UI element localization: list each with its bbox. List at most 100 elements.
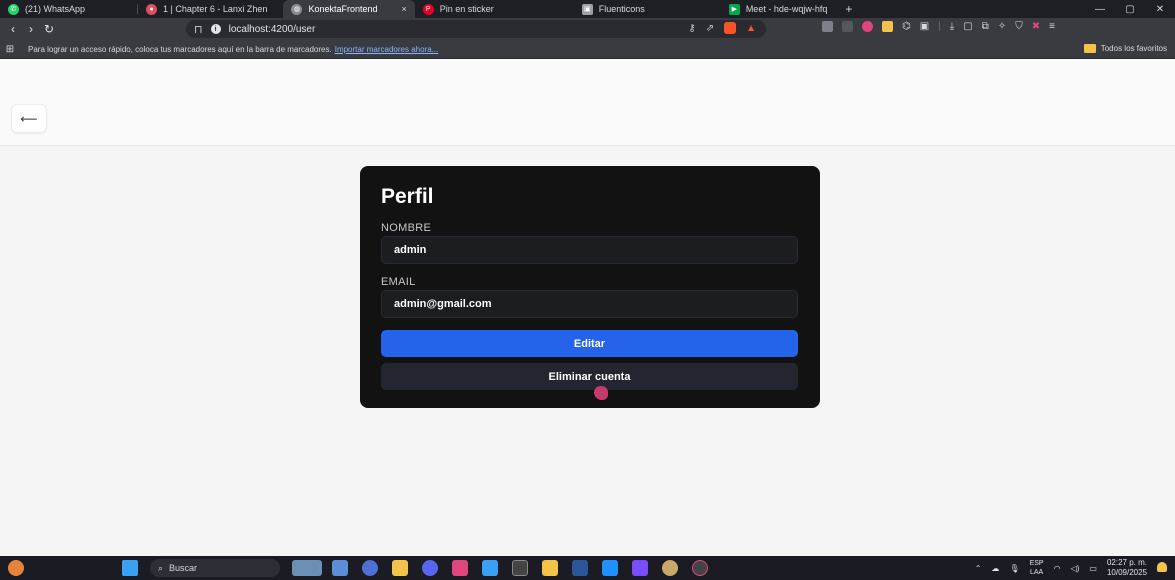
share-icon[interactable]: ⇗ [706,23,714,34]
tab-label: 1 | Chapter 6 - Lanxi Zhen [163,4,268,14]
tab-konektafrontend[interactable]: ◍ KonektaFrontend × [283,0,415,18]
cursor-sticker-icon [594,386,608,400]
app-icon[interactable] [662,560,678,576]
folder-icon [1083,44,1096,53]
bookmarks-message: Para lograr un acceso rápido, coloca tus… [28,44,332,54]
browser-tab-bar: ✆ (21) WhatsApp ● 1 | Chapter 6 - Lanxi … [0,0,1175,18]
meet-icon: ▶ [728,3,740,15]
close-icon[interactable]: × [401,4,406,14]
url-bar-actions: ⚷ ⇗ ▲ [688,22,756,34]
rewards-icon[interactable]: ▲ [746,23,756,34]
extension-icon[interactable] [842,21,853,32]
brave-shield-icon[interactable] [724,22,737,34]
app-header-strip [0,59,1175,146]
epic-games-icon[interactable] [512,560,528,576]
widgets-icon[interactable] [8,560,24,576]
volume-icon[interactable]: ◁) [1071,564,1080,573]
email-label: EMAIL [381,276,416,288]
microphone-icon[interactable]: 🎙︎ [1009,564,1019,573]
chevron-up-icon[interactable]: ⌃ [975,564,982,573]
window-close-icon[interactable]: ✕ [1145,4,1175,15]
screenshot-icon[interactable]: ▣ [920,21,929,32]
name-field[interactable]: admin [381,236,798,264]
tabs-icon[interactable]: ⧉ [982,21,989,32]
url-bar[interactable]: ⊓ i localhost:4200/user ⚷ ⇗ ▲ [186,20,766,38]
tab-label: KonektaFrontend [308,4,378,14]
all-favorites[interactable]: Todos los favoritos [1083,44,1167,53]
new-tab-button[interactable]: + [835,2,862,16]
file-explorer-icon[interactable] [392,560,408,576]
system-tray: ⌃ ☁ 🎙︎ ESP LAA ◠ ◁) ▭ 02:27 p. m. 10/09/… [975,558,1147,578]
favorites-label: Todos los favoritos [1100,44,1167,53]
tab-chapter[interactable]: ● 1 | Chapter 6 - Lanxi Zhen [138,0,275,18]
globe-icon: ◍ [291,3,303,15]
wifi-icon[interactable]: ◠ [1054,564,1061,573]
vscode-icon[interactable] [602,560,618,576]
import-bookmarks-link[interactable]: Importar marcadores ahora... [335,45,439,54]
tab-pinterest[interactable]: P Pin en sticker [415,0,502,18]
windows-taskbar: ⌕ Buscar ⌃ ☁ 🎙︎ ESP LAA ◠ ◁) ▭ 02:27 p. … [0,556,1175,580]
cloud-icon[interactable]: ☁ [991,564,999,573]
reload-icon[interactable]: ↻ [40,22,58,36]
notification-icon[interactable] [1157,562,1167,572]
chrome-icon[interactable] [692,560,708,576]
back-nav-icon[interactable]: ‹ [4,22,22,36]
back-button[interactable]: ⟵ [11,104,47,133]
minimize-icon[interactable]: — [1085,4,1115,15]
task-view-thumbnail-icon[interactable] [292,560,322,576]
visual-studio-icon[interactable] [632,560,648,576]
date: 10/09/2025 [1106,568,1147,577]
fluenticons-icon: ▣ [581,3,593,15]
taskbar-search[interactable]: ⌕ Buscar [150,559,280,577]
extension-icon[interactable] [822,21,833,32]
battery-icon[interactable]: ▭ [1089,564,1097,573]
apps-grid-icon[interactable]: ⊞ [0,44,20,55]
time: 02:27 p. m. [1106,558,1147,567]
chat-icon[interactable] [362,560,378,576]
language-sub: LAA [1029,569,1044,576]
clock[interactable]: 02:27 p. m. 10/09/2025 [1107,558,1147,578]
checkmark-app-icon[interactable] [482,560,498,576]
extension-icon[interactable] [882,21,893,32]
language-indicator[interactable]: ESP LAA [1030,559,1044,577]
bookmarks-bar: ⊞ Para lograr un acceso rápido, coloca t… [0,40,1175,59]
maximize-icon[interactable]: ▢ [1115,4,1145,15]
bookmark-icon[interactable]: ⊓ [194,23,203,36]
puzzle-icon[interactable]: ⌬ [902,21,911,32]
discord-icon[interactable] [422,560,438,576]
email-value: admin@gmail.com [394,298,492,310]
arrow-left-icon: ⟵ [20,111,38,126]
wallet-icon[interactable]: ✖ [1032,21,1040,32]
profile-card: Perfil NOMBRE admin EMAIL admin@gmail.co… [360,166,820,408]
search-label: Buscar [169,563,198,573]
download-icon[interactable]: ⤓ [950,21,954,32]
app-icon[interactable] [332,560,348,576]
tab-label: (21) WhatsApp [25,4,86,14]
vpn-icon[interactable]: ⛉ [1015,21,1023,32]
tab-whatsapp[interactable]: ✆ (21) WhatsApp [0,0,93,18]
app-icon[interactable] [542,560,558,576]
sidebar-icon[interactable]: ▢ [963,21,972,32]
url-text[interactable]: localhost:4200/user [229,24,316,35]
search-icon: ⌕ [158,562,164,573]
key-icon[interactable]: ⚷ [688,23,695,34]
tab-meet[interactable]: ▶ Meet - hde-wqjw-hfq [721,0,836,18]
leo-icon[interactable]: ✧ [998,21,1006,32]
word-icon[interactable] [572,560,588,576]
email-field[interactable]: admin@gmail.com [381,290,798,318]
site-info-icon[interactable]: i [210,24,221,34]
app-icon[interactable] [452,560,468,576]
name-label: NOMBRE [381,222,432,234]
tab-label: Pin en sticker [439,4,494,14]
delete-account-button[interactable]: Eliminar cuenta [381,363,798,390]
tab-label: Fluenticons [598,4,645,14]
whatsapp-icon: ✆ [8,3,19,15]
edit-button[interactable]: Editar [381,330,798,357]
tab-fluenticons[interactable]: ▣ Fluenticons [574,0,653,18]
page-title: Perfil [381,185,434,208]
forward-nav-icon[interactable]: › [22,22,40,36]
menu-icon[interactable]: ≡ [1049,21,1055,32]
extension-icon[interactable] [862,21,873,32]
windows-start-icon[interactable] [122,560,138,576]
extensions-area: ⌬ ▣ | ⤓ ▢ ⧉ ✧ ⛉ ✖ ≡ [822,21,1055,32]
